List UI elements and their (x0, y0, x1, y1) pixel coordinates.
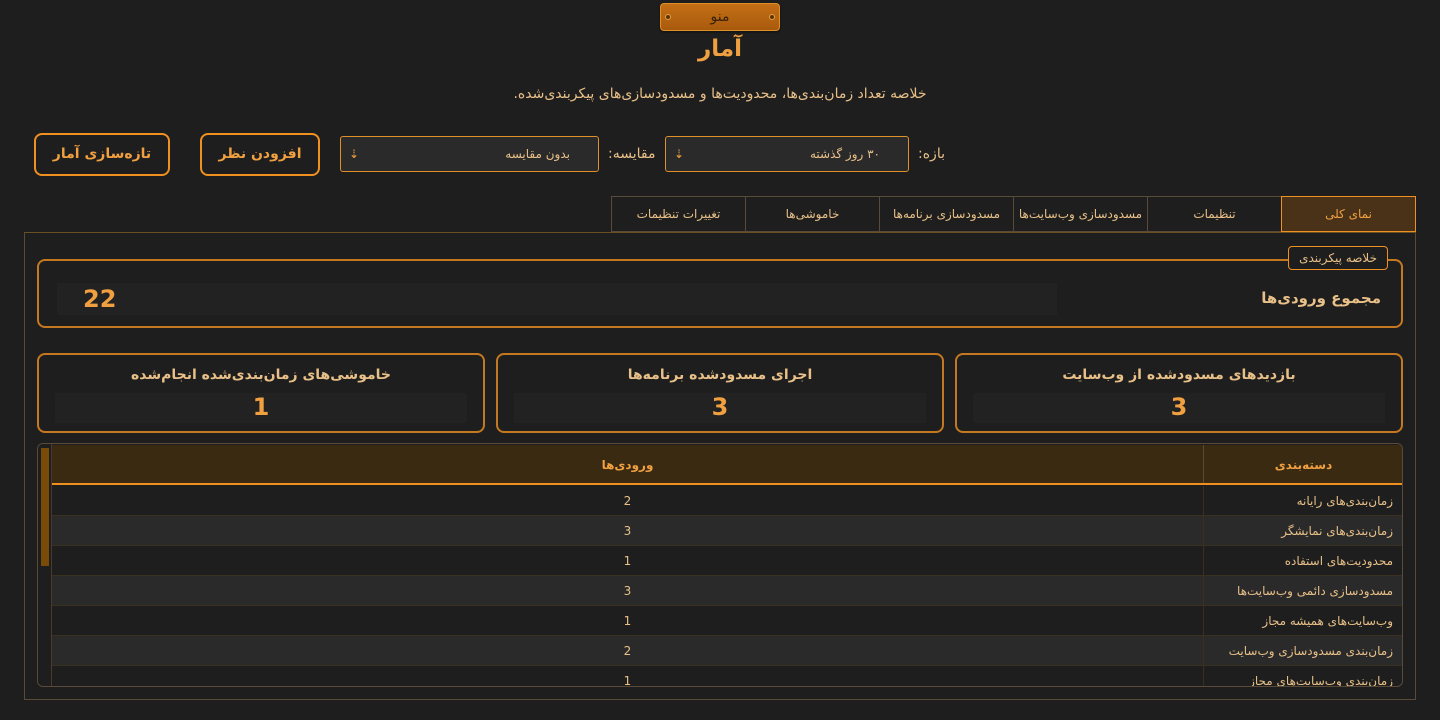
table-scrollbar[interactable] (38, 444, 52, 686)
tab-website-blocking[interactable]: مسدودسازی وب‌سایت‌ها (1013, 196, 1148, 232)
table-row[interactable]: وب‌سایت‌های همیشه مجاز 1 (52, 606, 1402, 636)
cell-category: زمان‌بندی‌های نمایشگر (1203, 516, 1402, 545)
table-row[interactable]: زمان‌بندی‌های نمایشگر 3 (52, 516, 1402, 546)
stat-card-value: 3 (711, 393, 729, 421)
cell-category: محدودیت‌های استفاده (1203, 546, 1402, 575)
scrollbar-thumb[interactable] (41, 448, 49, 566)
refresh-stats-button[interactable]: تازه‌سازی آمار (34, 133, 170, 176)
tab-settings[interactable]: تنظیمات (1147, 196, 1282, 232)
stat-card-title: اجرای مسدودشده برنامه‌ها (627, 367, 813, 383)
range-label: بازه: (918, 146, 945, 162)
tab-bar: نمای کلی تنظیمات مسدودسازی وب‌سایت‌ها مس… (590, 196, 1416, 232)
stat-card-title: خاموشی‌های زمان‌بندی‌شده انجام‌شده (131, 367, 391, 383)
tab-overview[interactable]: نمای کلی (1281, 196, 1416, 232)
table-row[interactable]: زمان‌بندی وب‌سایت‌های مجاز 1 (52, 666, 1402, 687)
stat-card-scheduled-shutdowns: خاموشی‌های زمان‌بندی‌شده انجام‌شده 1 (37, 353, 485, 433)
menu-button-label: منو (710, 9, 730, 25)
stat-card-value: 3 (1170, 393, 1188, 421)
table-row[interactable]: زمان‌بندی مسدودسازی وب‌سایت 2 (52, 636, 1402, 666)
table-row[interactable]: زمان‌بندی‌های رایانه 2 (52, 486, 1402, 516)
tab-shutdowns[interactable]: خاموشی‌ها (745, 196, 880, 232)
range-select[interactable]: ⇣ ۳۰ روز گذشته (665, 136, 909, 172)
stat-card-blocked-app-runs: اجرای مسدودشده برنامه‌ها 3 (496, 353, 944, 433)
cell-category: زمان‌بندی وب‌سایت‌های مجاز (1203, 666, 1402, 686)
stat-card-value: 1 (252, 393, 270, 421)
table-row[interactable]: محدودیت‌های استفاده 1 (52, 546, 1402, 576)
cell-entries: 3 (623, 584, 632, 598)
cell-entries: 1 (623, 554, 632, 568)
column-header-entries[interactable]: ورودی‌ها (52, 445, 1203, 483)
cell-entries: 3 (623, 524, 632, 538)
group-title: خلاصه پیکربندی (1288, 246, 1388, 270)
compare-label: مقایسه: (608, 146, 656, 162)
cell-entries: 2 (623, 494, 632, 508)
chevron-down-icon: ⇣ (674, 147, 685, 161)
compare-select-value: بدون مقایسه (505, 147, 570, 161)
cell-category: مسدودسازی دائمی وب‌سایت‌ها (1203, 576, 1402, 605)
config-summary-group: خلاصه پیکربندی مجموع ورودی‌ها 22 (37, 246, 1403, 328)
menu-button[interactable]: منو (660, 3, 780, 31)
page-title: آمار (697, 36, 742, 62)
add-feedback-button[interactable]: افزودن نظر (200, 133, 320, 176)
total-entries-value: 22 (83, 285, 117, 313)
stat-card-title: بازدیدهای مسدودشده از وب‌سایت (1062, 367, 1296, 383)
cell-category: زمان‌بندی‌های رایانه (1203, 486, 1402, 515)
column-header-category[interactable]: دسته‌بندی (1203, 445, 1402, 483)
category-table: دسته‌بندی ورودی‌ها زمان‌بندی‌های رایانه … (37, 443, 1403, 687)
tab-settings-changes[interactable]: تغییرات تنظیمات (611, 196, 746, 232)
total-entries-label: مجموع ورودی‌ها (1261, 289, 1381, 307)
cell-category: وب‌سایت‌های همیشه مجاز (1203, 606, 1402, 635)
compare-select[interactable]: ⇣ بدون مقایسه (340, 136, 599, 172)
stat-card-blocked-website-visits: بازدیدهای مسدودشده از وب‌سایت 3 (955, 353, 1403, 433)
cell-entries: 1 (623, 614, 632, 628)
rivet-icon (665, 14, 671, 20)
range-select-value: ۳۰ روز گذشته (809, 147, 880, 161)
cell-entries: 2 (623, 644, 632, 658)
page-subtitle: خلاصه تعداد زمان‌بندی‌ها، محدودیت‌ها و م… (513, 86, 927, 102)
total-value-box (57, 283, 1057, 315)
table-row[interactable]: مسدودسازی دائمی وب‌سایت‌ها 3 (52, 576, 1402, 606)
tab-app-blocking[interactable]: مسدودسازی برنامه‌ها (879, 196, 1014, 232)
chevron-down-icon: ⇣ (349, 147, 360, 161)
cell-category: زمان‌بندی مسدودسازی وب‌سایت (1203, 636, 1402, 665)
cell-entries: 1 (623, 674, 632, 687)
table-header: دسته‌بندی ورودی‌ها (52, 445, 1402, 485)
rivet-icon (769, 14, 775, 20)
